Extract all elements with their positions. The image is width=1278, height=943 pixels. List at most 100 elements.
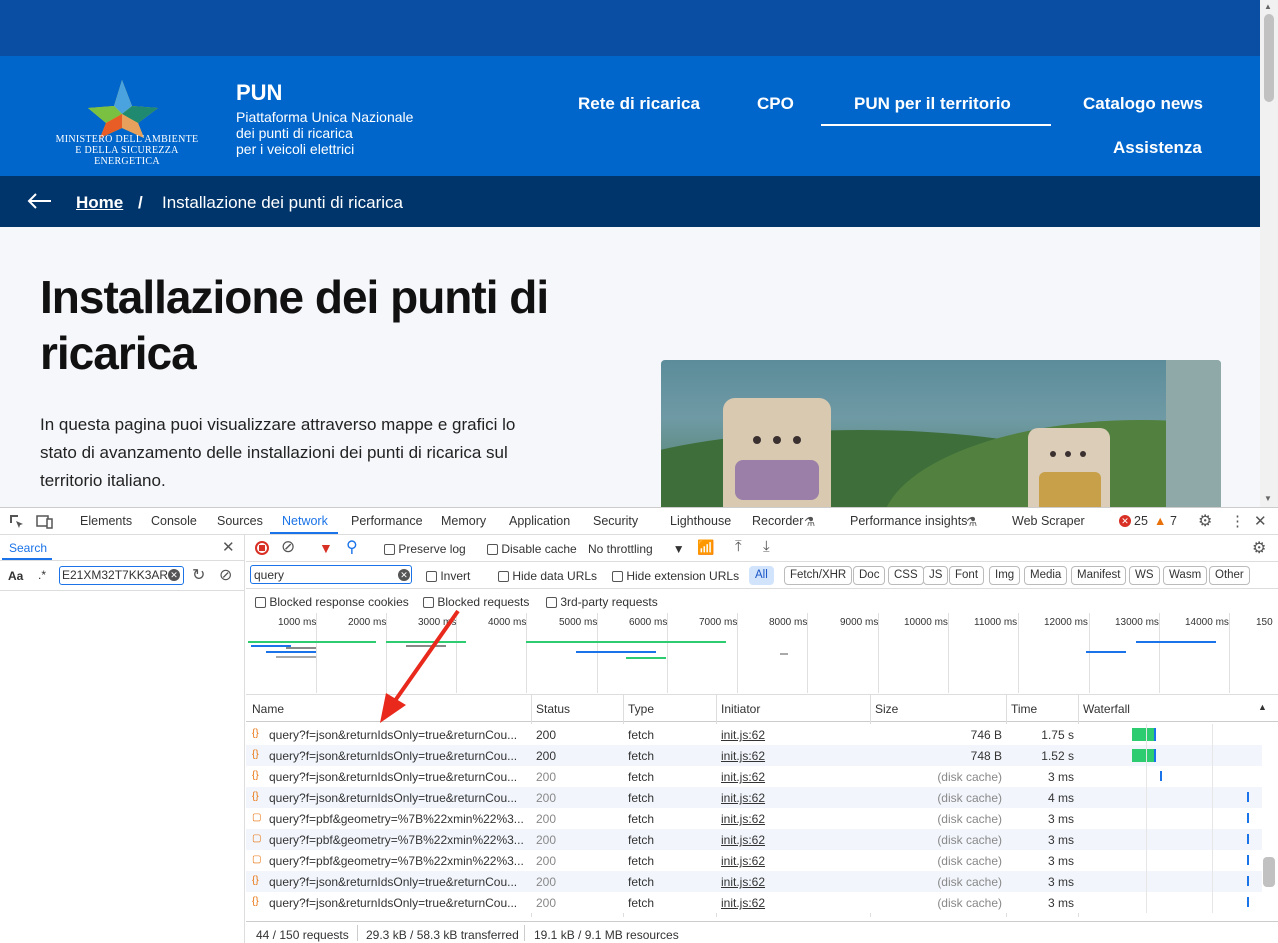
- request-initiator-link[interactable]: init.js:62: [721, 833, 765, 847]
- scroll-down-icon[interactable]: ▼: [1264, 494, 1272, 503]
- filter-type-manifest[interactable]: Manifest: [1071, 566, 1127, 585]
- table-row[interactable]: {} query?f=json&returnIdsOnly=true&return…: [246, 745, 1262, 766]
- request-initiator-link[interactable]: init.js:62: [721, 728, 765, 742]
- table-row[interactable]: {} query?f=json&returnIdsOnly=true&return…: [246, 787, 1262, 808]
- filter-type-all[interactable]: All: [749, 566, 774, 585]
- request-initiator-link[interactable]: init.js:62: [721, 791, 765, 805]
- refresh-icon[interactable]: ↻: [192, 565, 205, 585]
- nav-cpo[interactable]: CPO: [757, 94, 794, 114]
- request-initiator-link[interactable]: init.js:62: [721, 875, 765, 889]
- breadcrumb-home-link[interactable]: Home: [76, 193, 123, 213]
- tab-elements[interactable]: Elements: [80, 514, 132, 528]
- filter-type-ws[interactable]: WS: [1129, 566, 1160, 585]
- column-name[interactable]: Name: [252, 702, 284, 716]
- filter-type-other[interactable]: Other: [1209, 566, 1250, 585]
- filter-icon[interactable]: ▼: [319, 540, 333, 556]
- clear-search-icon[interactable]: ✕: [168, 569, 180, 581]
- nav-catalogo-news[interactable]: Catalogo news: [1083, 94, 1203, 114]
- filter-type-css[interactable]: CSS: [888, 566, 924, 585]
- throttling-select[interactable]: No throttling ▼: [588, 542, 685, 556]
- search-icon[interactable]: ⚲: [346, 537, 358, 557]
- settings-gear-icon[interactable]: ⚙: [1198, 511, 1212, 531]
- search-input[interactable]: E21XM32T7KK3AR0: [59, 566, 184, 585]
- network-conditions-icon[interactable]: 📶: [697, 539, 714, 556]
- nav-pun-per-il-territorio[interactable]: PUN per il territorio: [854, 94, 1011, 114]
- tab-console[interactable]: Console: [151, 514, 197, 528]
- scroll-up-icon[interactable]: ▲: [1264, 2, 1272, 11]
- column-size[interactable]: Size: [875, 702, 898, 716]
- request-initiator-link[interactable]: init.js:62: [721, 749, 765, 763]
- hide-extension-urls-checkbox[interactable]: Hide extension URLs: [612, 569, 739, 583]
- request-initiator-link[interactable]: init.js:62: [721, 854, 765, 868]
- tab-network[interactable]: Network: [282, 514, 328, 528]
- column-initiator[interactable]: Initiator: [721, 702, 760, 716]
- table-row[interactable]: {} query?f=json&returnIdsOnly=true&return…: [246, 892, 1262, 913]
- filter-type-img[interactable]: Img: [989, 566, 1021, 585]
- filter-type-font[interactable]: Font: [949, 566, 985, 585]
- back-arrow-icon[interactable]: [26, 192, 52, 210]
- request-name[interactable]: query?f=json&returnIdsOnly=true&returnCo…: [269, 875, 517, 889]
- table-row[interactable]: {} query?f=json&returnIdsOnly=true&return…: [246, 871, 1262, 892]
- device-toolbar-icon[interactable]: [36, 514, 53, 529]
- tab-sources[interactable]: Sources: [217, 514, 263, 528]
- clear-log-icon[interactable]: ⊘: [281, 537, 295, 557]
- third-party-checkbox[interactable]: 3rd-party requests: [546, 595, 658, 609]
- more-options-icon[interactable]: ⋮: [1230, 512, 1245, 530]
- nav-assistenza[interactable]: Assistenza: [1113, 138, 1202, 158]
- table-row[interactable]: ▢ query?f=pbf&geometry=%7B%22xmin%22%3...…: [246, 808, 1262, 829]
- regex-toggle[interactable]: .*: [38, 568, 46, 582]
- site-title[interactable]: PUN: [236, 80, 282, 106]
- hide-data-urls-checkbox[interactable]: Hide data URLs: [498, 569, 597, 583]
- request-name[interactable]: query?f=json&returnIdsOnly=true&returnCo…: [269, 728, 517, 742]
- warning-icon[interactable]: ▲: [1154, 514, 1166, 528]
- tab-lighthouse[interactable]: Lighthouse: [670, 514, 731, 528]
- error-count[interactable]: 25: [1134, 514, 1148, 528]
- inspect-element-icon[interactable]: [9, 514, 24, 529]
- request-name[interactable]: query?f=pbf&geometry=%7B%22xmin%22%3...: [269, 812, 524, 826]
- clear-filter-icon[interactable]: ✕: [398, 569, 410, 581]
- column-waterfall[interactable]: Waterfall: [1083, 702, 1130, 716]
- tab-web-scraper[interactable]: Web Scraper: [1012, 514, 1085, 528]
- clear-icon[interactable]: ⊘: [219, 565, 232, 585]
- table-row[interactable]: ▢ query?f=pbf&geometry=%7B%22xmin%22%3...…: [246, 850, 1262, 871]
- tab-recorder[interactable]: Recorder: [752, 514, 803, 528]
- tab-security[interactable]: Security: [593, 514, 638, 528]
- table-row[interactable]: ▢ query?f=pbf&geometry=%7B%22xmin%22%3...…: [246, 829, 1262, 850]
- close-devtools-icon[interactable]: ✕: [1254, 512, 1267, 530]
- request-initiator-link[interactable]: init.js:62: [721, 812, 765, 826]
- tab-application[interactable]: Application: [509, 514, 570, 528]
- request-name[interactable]: query?f=json&returnIdsOnly=true&returnCo…: [269, 770, 517, 784]
- column-time[interactable]: Time: [1011, 702, 1037, 716]
- request-name[interactable]: query?f=json&returnIdsOnly=true&returnCo…: [269, 749, 517, 763]
- search-panel-title[interactable]: Search: [9, 541, 47, 555]
- request-name[interactable]: query?f=json&returnIdsOnly=true&returnCo…: [269, 896, 517, 910]
- table-scrollbar-thumb[interactable]: [1263, 857, 1275, 887]
- request-name[interactable]: query?f=pbf&geometry=%7B%22xmin%22%3...: [269, 833, 524, 847]
- request-name[interactable]: query?f=json&returnIdsOnly=true&returnCo…: [269, 791, 517, 805]
- column-status[interactable]: Status: [536, 702, 570, 716]
- tab-performance-insights[interactable]: Performance insights: [850, 514, 967, 528]
- tab-memory[interactable]: Memory: [441, 514, 486, 528]
- filter-input[interactable]: query: [250, 565, 412, 584]
- disable-cache-checkbox[interactable]: Disable cache: [487, 542, 577, 556]
- warning-count[interactable]: 7: [1170, 514, 1177, 528]
- sort-up-icon[interactable]: ▲: [1258, 702, 1267, 712]
- tab-performance[interactable]: Performance: [351, 514, 423, 528]
- close-search-icon[interactable]: ✕: [222, 538, 235, 556]
- filter-type-fetch-xhr[interactable]: Fetch/XHR: [784, 566, 853, 585]
- invert-checkbox[interactable]: Invert: [426, 569, 470, 583]
- export-har-icon[interactable]: ⤓: [763, 538, 770, 555]
- filter-type-js[interactable]: JS: [923, 566, 949, 585]
- error-icon[interactable]: ✕: [1119, 515, 1131, 527]
- record-stop-icon[interactable]: [255, 541, 269, 555]
- filter-type-media[interactable]: Media: [1024, 566, 1068, 585]
- network-settings-icon[interactable]: ⚙: [1252, 538, 1266, 558]
- nav-rete-di-ricarica[interactable]: Rete di ricarica: [578, 94, 700, 114]
- page-scrollbar-thumb[interactable]: [1264, 14, 1274, 102]
- import-har-icon[interactable]: ⤒: [735, 538, 742, 555]
- column-type[interactable]: Type: [628, 702, 654, 716]
- request-name[interactable]: query?f=pbf&geometry=%7B%22xmin%22%3...: [269, 854, 524, 868]
- filter-type-wasm[interactable]: Wasm: [1163, 566, 1208, 585]
- match-case-toggle[interactable]: Aa: [8, 569, 23, 583]
- table-row[interactable]: {} query?f=json&returnIdsOnly=true&return…: [246, 766, 1262, 787]
